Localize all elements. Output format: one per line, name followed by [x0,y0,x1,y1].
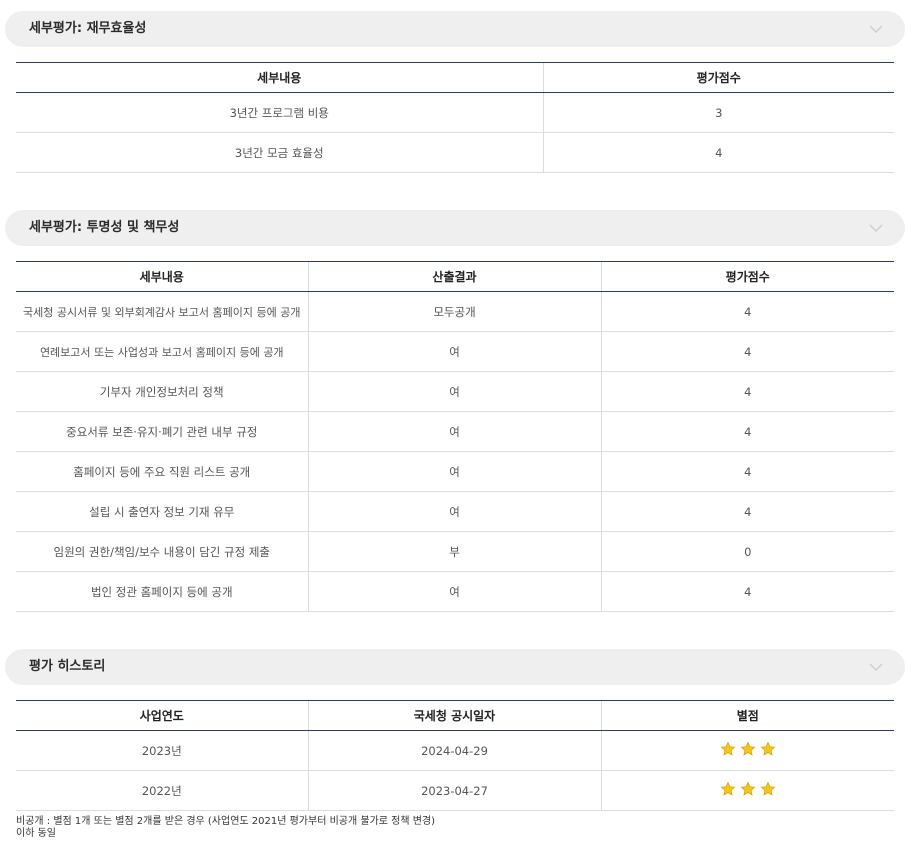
table-cell: 4 [600,451,894,492]
table-row: 홈페이지 등에 주요 직원 리스트 공개 여 4 [16,451,894,492]
column-header: 국세청 공시일자 [307,700,601,731]
table-cell: 3년간 프로그램 비용 [16,92,543,133]
table-cell: 법인 정관 홈페이지 등에 공개 [16,571,308,612]
table-cell: 3년간 모금 효율성 [16,132,543,173]
column-header: 별점 [600,700,894,731]
table-cell: 여 [307,411,601,452]
table-cell: 2023-04-27 [307,770,601,811]
column-header: 사업연도 [16,700,308,731]
table-cell: 4 [600,291,894,332]
history-table: 사업연도 국세청 공시일자 별점 2023년 2024-04-29 2022년 … [16,700,894,811]
star-icon [720,741,736,757]
column-header: 평가점수 [600,261,894,292]
chevron-down-icon[interactable] [869,224,883,232]
table-cell: 여 [307,331,601,372]
table-cell: 여 [307,451,601,492]
table-header-row: 사업연도 국세청 공시일자 별점 [16,700,894,731]
star-rating [720,781,776,797]
table-cell: 모두공개 [307,291,601,332]
table-cell: 여 [307,371,601,412]
footnote-line: 이하 동일 [16,828,56,839]
table-row: 연례보고서 또는 사업성과 보고서 홈페이지 등에 공개 여 4 [16,331,894,372]
table-cell: 4 [600,571,894,612]
star-icon [740,741,756,757]
table-row: 2022년 2023-04-27 [16,770,894,811]
section-title: 세부평가: 투명성 및 책무성 [29,220,180,235]
table-row: 임원의 권한/책임/보수 내용이 담긴 규정 제출 부 0 [16,531,894,572]
star-rating [720,741,776,757]
star-icon [760,741,776,757]
transparency-table: 세부내용 산출결과 평가점수 국세청 공시서류 및 외부회계감사 보고서 홈페이… [16,261,894,612]
table-header-row: 세부내용 평가점수 [16,62,894,93]
table-cell: 임원의 권한/책임/보수 내용이 담긴 규정 제출 [16,531,308,572]
star-rating-cell [600,770,894,811]
star-icon [760,781,776,797]
table-cell: 연례보고서 또는 사업성과 보고서 홈페이지 등에 공개 [16,331,308,372]
table-cell: 2022년 [16,770,308,811]
column-header: 평가점수 [542,62,894,93]
table-cell: 4 [600,331,894,372]
section-title: 평가 히스토리 [29,659,106,674]
column-header: 세부내용 [16,62,543,93]
table-cell: 기부자 개인정보처리 정책 [16,371,308,412]
column-header: 산출결과 [307,261,601,292]
table-row: 3년간 모금 효율성 4 [16,132,894,173]
section-header-history[interactable]: 평가 히스토리 [5,649,905,685]
table-row: 중요서류 보존·유지·폐기 관련 내부 규정 여 4 [16,411,894,452]
table-row: 기부자 개인정보처리 정책 여 4 [16,371,894,412]
table-cell: 4 [542,132,894,173]
table-row: 법인 정관 홈페이지 등에 공개 여 4 [16,571,894,612]
table-cell: 4 [600,491,894,532]
table-header-row: 세부내용 산출결과 평가점수 [16,261,894,292]
table-cell: 2024-04-29 [307,730,601,771]
table-cell: 4 [600,371,894,412]
chevron-down-icon[interactable] [869,25,883,33]
star-rating-cell [600,730,894,771]
section-header-transparency[interactable]: 세부평가: 투명성 및 책무성 [5,210,905,246]
column-header: 세부내용 [16,261,308,292]
table-cell: 2023년 [16,730,308,771]
table-cell: 3 [542,92,894,133]
table-cell: 여 [307,491,601,532]
table-cell: 0 [600,531,894,572]
section-title: 세부평가: 재무효율성 [29,21,147,36]
table-row: 3년간 프로그램 비용 3 [16,92,894,133]
chevron-down-icon[interactable] [869,663,883,671]
table-cell: 중요서류 보존·유지·폐기 관련 내부 규정 [16,411,308,452]
table-cell: 여 [307,571,601,612]
finance-table: 세부내용 평가점수 3년간 프로그램 비용 3 3년간 모금 효율성 4 [16,62,894,173]
table-row: 국세청 공시서류 및 외부회계감사 보고서 홈페이지 등에 공개 모두공개 4 [16,291,894,332]
star-icon [740,781,756,797]
table-row: 2023년 2024-04-29 [16,730,894,771]
table-row: 설립 시 출연자 정보 기재 유무 여 4 [16,491,894,532]
table-cell: 설립 시 출연자 정보 기재 유무 [16,491,308,532]
table-cell: 홈페이지 등에 주요 직원 리스트 공개 [16,451,308,492]
footnote-line: 비공개 : 별점 1개 또는 별점 2개를 받은 경우 (사업연도 2021년 … [16,816,436,827]
table-cell: 국세청 공시서류 및 외부회계감사 보고서 홈페이지 등에 공개 [16,291,308,332]
table-cell: 부 [307,531,601,572]
table-cell: 4 [600,411,894,452]
footnote: 비공개 : 별점 1개 또는 별점 2개를 받은 경우 (사업연도 2021년 … [16,816,435,840]
star-icon [720,781,736,797]
section-header-finance[interactable]: 세부평가: 재무효율성 [5,11,905,47]
